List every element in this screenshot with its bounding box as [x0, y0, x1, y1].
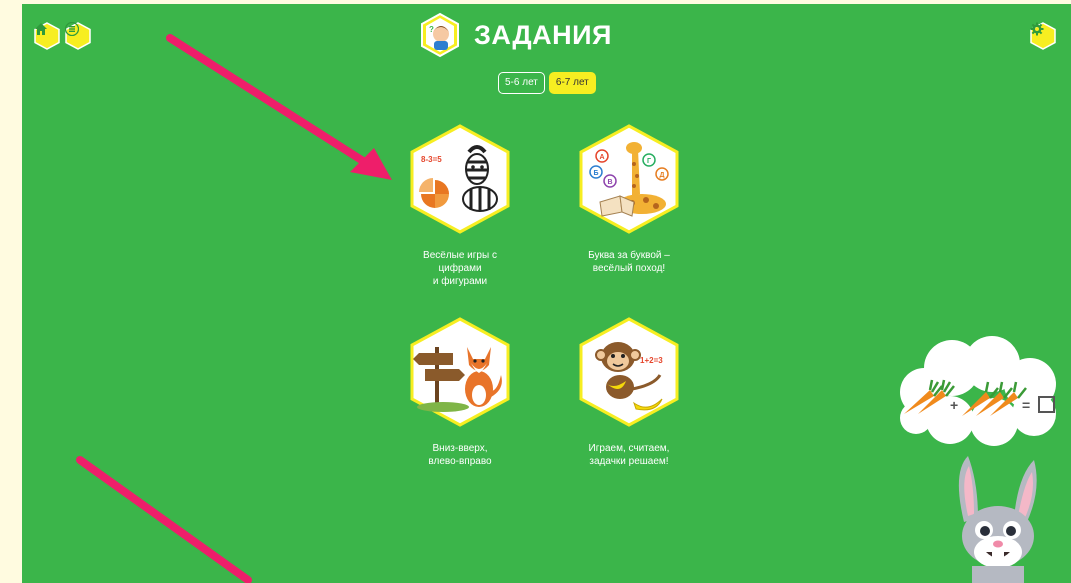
- svg-text:?: ?: [429, 25, 434, 34]
- svg-text:В: В: [607, 179, 612, 186]
- svg-text:А: А: [599, 154, 604, 161]
- menu-button[interactable]: [65, 22, 91, 50]
- app-screen: ? ЗАДАНИЯ 5-6 лет 6-7 лет 8-3=5 Весёлые …: [22, 4, 1071, 583]
- task-label: Буква за буквой – весёлый поход!: [588, 250, 670, 274]
- pointer-arrow: [76, 456, 252, 583]
- thought-bubble: + =: [900, 336, 1056, 446]
- svg-text:Б: Б: [593, 170, 598, 177]
- age-tabs: 5-6 лет 6-7 лет: [498, 72, 596, 94]
- svg-text:Д: Д: [660, 172, 665, 179]
- task-label: Играем, считаем, задачки решаем!: [588, 443, 670, 467]
- tab-age-6-7[interactable]: 6-7 лет: [548, 72, 596, 94]
- page-title: ЗАДАНИЯ: [474, 19, 612, 50]
- zebra-math-icon: 8-3=5: [410, 124, 510, 234]
- task-card-letters[interactable]: А Б В Г Д Буква за буквой – весёлый похо…: [574, 124, 684, 275]
- home-icon: [34, 22, 60, 50]
- svg-text:=: =: [1022, 397, 1030, 413]
- kid-logo-icon: ?: [420, 12, 460, 58]
- monkey-count-icon: 1+2=3: [579, 317, 679, 427]
- task-label: Весёлые игры с цифрами и фигурами: [423, 250, 497, 287]
- gear-icon: [1030, 22, 1056, 50]
- task-card-directions[interactable]: Вниз-вверх, влево-вправо: [405, 317, 515, 468]
- page-header: ? ЗАДАНИЯ: [420, 12, 612, 58]
- task-card-numbers[interactable]: 8-3=5 Весёлые игры с цифрами и фигурами: [405, 124, 515, 288]
- menu-icon: [65, 22, 91, 50]
- task-label: Вниз-вверх, влево-вправо: [428, 443, 492, 467]
- rabbit-mascot: [958, 456, 1037, 583]
- pointer-arrow: [166, 34, 392, 180]
- giraffe-letters-icon: А Б В Г Д: [579, 124, 679, 234]
- svg-text:Г: Г: [647, 158, 651, 165]
- settings-button[interactable]: [1030, 22, 1056, 50]
- fox-directions-icon: [410, 317, 510, 427]
- task-card-counting[interactable]: 1+2=3 Играем, считаем, задачки решаем!: [574, 317, 684, 468]
- svg-text:8-3=5: 8-3=5: [421, 155, 442, 164]
- svg-text:+: +: [950, 397, 958, 413]
- tab-age-5-6[interactable]: 5-6 лет: [498, 72, 545, 94]
- home-button[interactable]: [34, 22, 60, 50]
- svg-text:1+2=3: 1+2=3: [640, 356, 663, 365]
